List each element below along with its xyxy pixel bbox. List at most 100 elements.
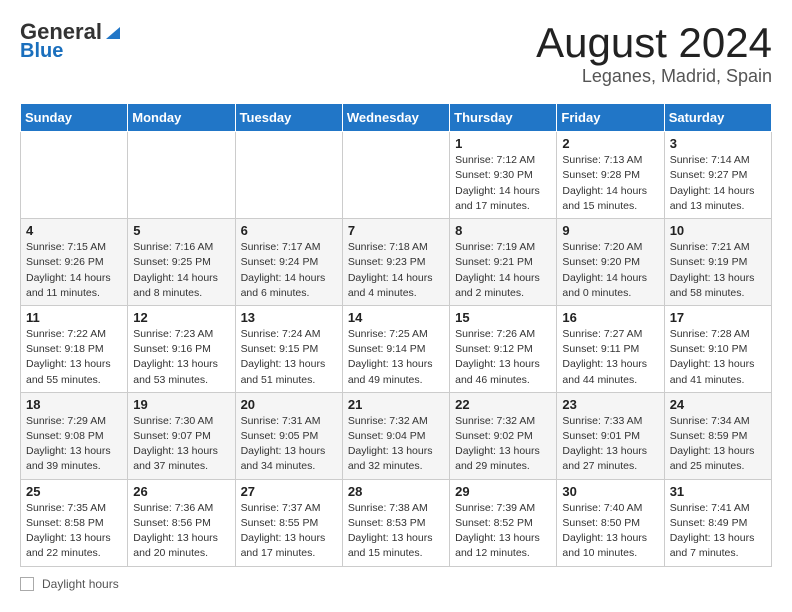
day-info: Sunrise: 7:37 AMSunset: 8:55 PMDaylight:…: [241, 501, 337, 562]
day-number: 22: [455, 397, 551, 412]
day-info: Sunrise: 7:12 AMSunset: 9:30 PMDaylight:…: [455, 153, 551, 214]
day-number: 26: [133, 484, 229, 499]
calendar-cell: 27 Sunrise: 7:37 AMSunset: 8:55 PMDayligh…: [235, 479, 342, 566]
calendar-week-row: 18 Sunrise: 7:29 AMSunset: 9:08 PMDayligh…: [21, 392, 772, 479]
day-of-week-header: Thursday: [450, 104, 557, 132]
title-block: August 2024 Leganes, Madrid, Spain: [536, 20, 772, 87]
calendar-cell: 19 Sunrise: 7:30 AMSunset: 9:07 PMDayligh…: [128, 392, 235, 479]
day-number: 24: [670, 397, 766, 412]
day-number: 3: [670, 136, 766, 151]
day-info: Sunrise: 7:28 AMSunset: 9:10 PMDaylight:…: [670, 327, 766, 388]
day-info: Sunrise: 7:29 AMSunset: 9:08 PMDaylight:…: [26, 414, 122, 475]
day-number: 29: [455, 484, 551, 499]
day-number: 6: [241, 223, 337, 238]
day-info: Sunrise: 7:24 AMSunset: 9:15 PMDaylight:…: [241, 327, 337, 388]
calendar-header-row: SundayMondayTuesdayWednesdayThursdayFrid…: [21, 104, 772, 132]
day-of-week-header: Sunday: [21, 104, 128, 132]
day-number: 14: [348, 310, 444, 325]
day-info: Sunrise: 7:21 AMSunset: 9:19 PMDaylight:…: [670, 240, 766, 301]
day-info: Sunrise: 7:18 AMSunset: 9:23 PMDaylight:…: [348, 240, 444, 301]
calendar-cell: 28 Sunrise: 7:38 AMSunset: 8:53 PMDayligh…: [342, 479, 449, 566]
page-header: General Blue August 2024 Leganes, Madrid…: [20, 20, 772, 87]
day-info: Sunrise: 7:32 AMSunset: 9:02 PMDaylight:…: [455, 414, 551, 475]
day-number: 21: [348, 397, 444, 412]
calendar-cell: 5 Sunrise: 7:16 AMSunset: 9:25 PMDaylight…: [128, 219, 235, 306]
day-number: 2: [562, 136, 658, 151]
day-of-week-header: Saturday: [664, 104, 771, 132]
day-number: 10: [670, 223, 766, 238]
day-info: Sunrise: 7:13 AMSunset: 9:28 PMDaylight:…: [562, 153, 658, 214]
calendar-cell: [128, 132, 235, 219]
calendar-cell: 11 Sunrise: 7:22 AMSunset: 9:18 PMDayligh…: [21, 305, 128, 392]
day-number: 23: [562, 397, 658, 412]
day-number: 30: [562, 484, 658, 499]
day-info: Sunrise: 7:26 AMSunset: 9:12 PMDaylight:…: [455, 327, 551, 388]
day-info: Sunrise: 7:36 AMSunset: 8:56 PMDaylight:…: [133, 501, 229, 562]
calendar-cell: 23 Sunrise: 7:33 AMSunset: 9:01 PMDayligh…: [557, 392, 664, 479]
calendar-cell: 12 Sunrise: 7:23 AMSunset: 9:16 PMDayligh…: [128, 305, 235, 392]
day-of-week-header: Tuesday: [235, 104, 342, 132]
calendar-cell: 29Sunrise: 7:39 AMSunset: 8:52 PMDayligh…: [450, 479, 557, 566]
day-number: 11: [26, 310, 122, 325]
day-info: Sunrise: 7:34 AMSunset: 8:59 PMDaylight:…: [670, 414, 766, 475]
calendar-cell: 25Sunrise: 7:35 AMSunset: 8:58 PMDayligh…: [21, 479, 128, 566]
calendar-cell: [342, 132, 449, 219]
calendar-cell: 18 Sunrise: 7:29 AMSunset: 9:08 PMDayligh…: [21, 392, 128, 479]
day-info: Sunrise: 7:20 AMSunset: 9:20 PMDaylight:…: [562, 240, 658, 301]
day-number: 13: [241, 310, 337, 325]
calendar-cell: 4 Sunrise: 7:15 AMSunset: 9:26 PMDaylight…: [21, 219, 128, 306]
calendar-cell: 31Sunrise: 7:41 AMSunset: 8:49 PMDayligh…: [664, 479, 771, 566]
day-info: Sunrise: 7:23 AMSunset: 9:16 PMDaylight:…: [133, 327, 229, 388]
calendar-cell: 14 Sunrise: 7:25 AMSunset: 9:14 PMDayligh…: [342, 305, 449, 392]
day-number: 12: [133, 310, 229, 325]
calendar-cell: 3 Sunrise: 7:14 AMSunset: 9:27 PMDaylight…: [664, 132, 771, 219]
calendar-cell: 6 Sunrise: 7:17 AMSunset: 9:24 PMDaylight…: [235, 219, 342, 306]
day-info: Sunrise: 7:22 AMSunset: 9:18 PMDaylight:…: [26, 327, 122, 388]
logo: General Blue: [20, 20, 122, 62]
calendar-cell: 7Sunrise: 7:18 AMSunset: 9:23 PMDaylight…: [342, 219, 449, 306]
day-info: Sunrise: 7:17 AMSunset: 9:24 PMDaylight:…: [241, 240, 337, 301]
subtitle: Leganes, Madrid, Spain: [536, 66, 772, 87]
calendar-cell: 21 Sunrise: 7:32 AMSunset: 9:04 PMDayligh…: [342, 392, 449, 479]
day-info: Sunrise: 7:33 AMSunset: 9:01 PMDaylight:…: [562, 414, 658, 475]
footer: Daylight hours: [20, 577, 772, 591]
calendar-cell: 13 Sunrise: 7:24 AMSunset: 9:15 PMDayligh…: [235, 305, 342, 392]
calendar-cell: 10 Sunrise: 7:21 AMSunset: 9:19 PMDayligh…: [664, 219, 771, 306]
main-title: August 2024: [536, 20, 772, 66]
day-number: 18: [26, 397, 122, 412]
day-number: 28: [348, 484, 444, 499]
day-info: Sunrise: 7:38 AMSunset: 8:53 PMDaylight:…: [348, 501, 444, 562]
day-number: 4: [26, 223, 122, 238]
calendar-table: SundayMondayTuesdayWednesdayThursdayFrid…: [20, 103, 772, 566]
calendar-cell: 16Sunrise: 7:27 AMSunset: 9:11 PMDayligh…: [557, 305, 664, 392]
logo-text-blue: Blue: [20, 40, 63, 62]
calendar-cell: 30Sunrise: 7:40 AMSunset: 8:50 PMDayligh…: [557, 479, 664, 566]
calendar-week-row: 1 Sunrise: 7:12 AMSunset: 9:30 PMDaylight…: [21, 132, 772, 219]
calendar-body: 1 Sunrise: 7:12 AMSunset: 9:30 PMDaylight…: [21, 132, 772, 566]
day-info: Sunrise: 7:15 AMSunset: 9:26 PMDaylight:…: [26, 240, 122, 301]
day-info: Sunrise: 7:25 AMSunset: 9:14 PMDaylight:…: [348, 327, 444, 388]
calendar-week-row: 25Sunrise: 7:35 AMSunset: 8:58 PMDayligh…: [21, 479, 772, 566]
day-info: Sunrise: 7:19 AMSunset: 9:21 PMDaylight:…: [455, 240, 551, 301]
day-of-week-header: Friday: [557, 104, 664, 132]
day-number: 19: [133, 397, 229, 412]
day-number: 9: [562, 223, 658, 238]
daylight-label: Daylight hours: [42, 577, 119, 591]
day-info: Sunrise: 7:30 AMSunset: 9:07 PMDaylight:…: [133, 414, 229, 475]
day-number: 27: [241, 484, 337, 499]
day-number: 5: [133, 223, 229, 238]
day-info: Sunrise: 7:31 AMSunset: 9:05 PMDaylight:…: [241, 414, 337, 475]
day-number: 1: [455, 136, 551, 151]
calendar-cell: 20 Sunrise: 7:31 AMSunset: 9:05 PMDayligh…: [235, 392, 342, 479]
day-info: Sunrise: 7:14 AMSunset: 9:27 PMDaylight:…: [670, 153, 766, 214]
day-number: 31: [670, 484, 766, 499]
day-of-week-header: Monday: [128, 104, 235, 132]
calendar-cell: 2 Sunrise: 7:13 AMSunset: 9:28 PMDaylight…: [557, 132, 664, 219]
day-info: Sunrise: 7:32 AMSunset: 9:04 PMDaylight:…: [348, 414, 444, 475]
calendar-cell: 17Sunrise: 7:28 AMSunset: 9:10 PMDayligh…: [664, 305, 771, 392]
day-info: Sunrise: 7:35 AMSunset: 8:58 PMDaylight:…: [26, 501, 122, 562]
daylight-box: [20, 577, 34, 591]
day-number: 20: [241, 397, 337, 412]
day-info: Sunrise: 7:16 AMSunset: 9:25 PMDaylight:…: [133, 240, 229, 301]
day-number: 8: [455, 223, 551, 238]
